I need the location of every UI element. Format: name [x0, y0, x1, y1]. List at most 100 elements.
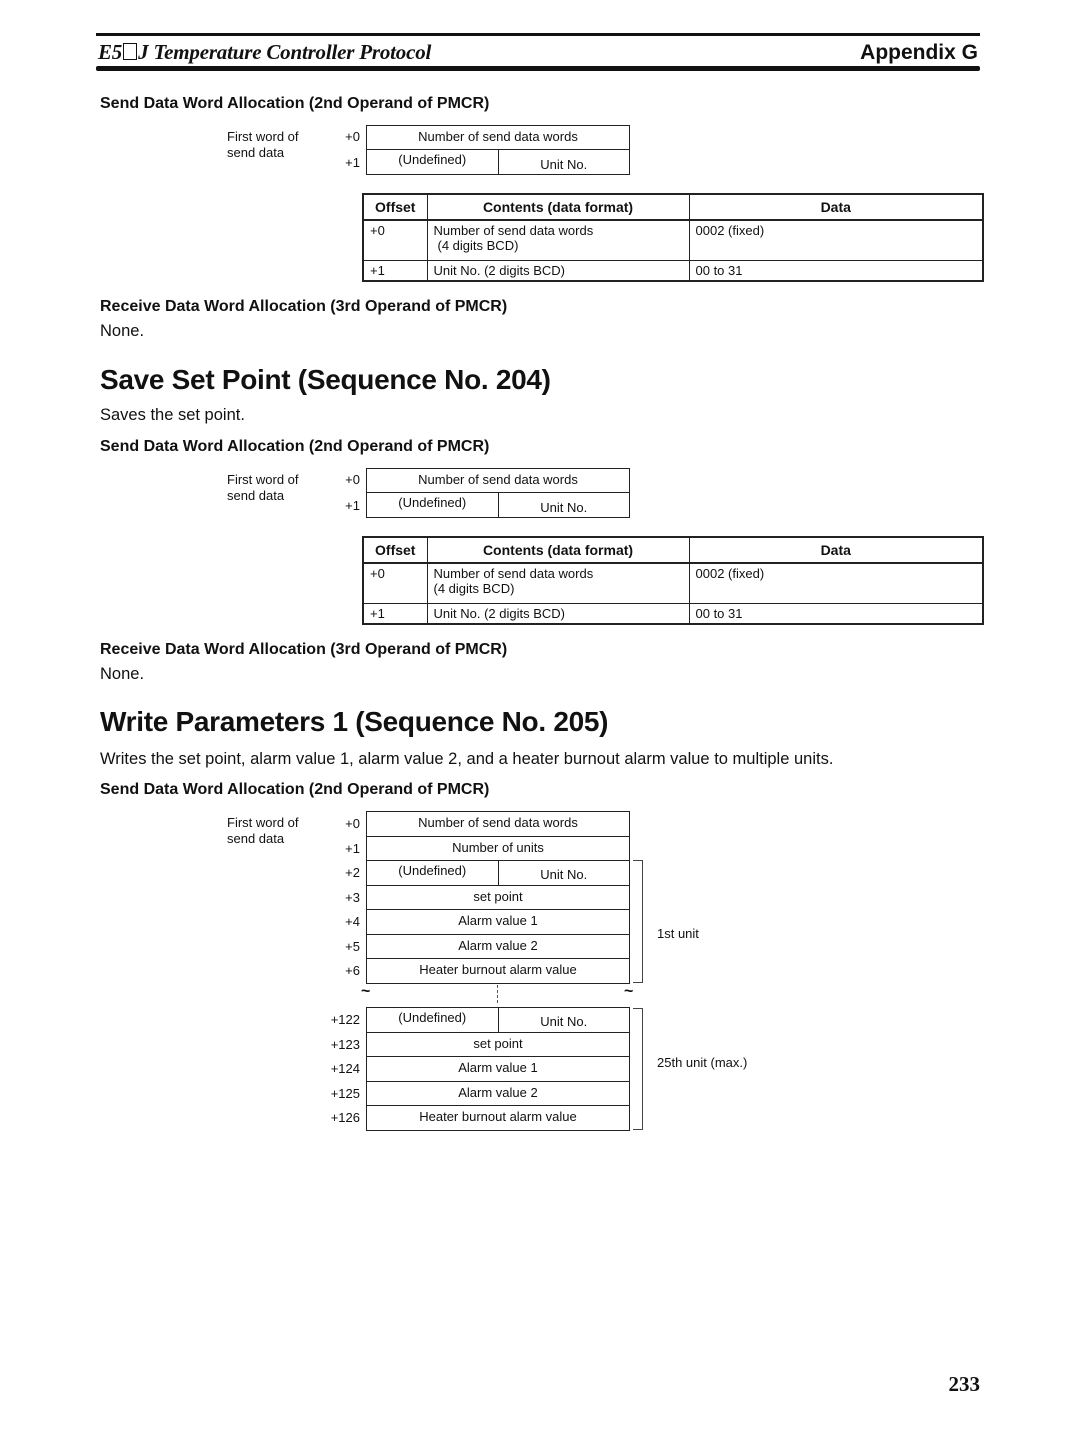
cell-data: 00 to 31: [689, 603, 983, 624]
col-header-contents: Contents (data format): [427, 537, 690, 564]
undefined-field: (Undefined): [367, 493, 499, 517]
cell-data: 0002 (fixed): [689, 220, 983, 261]
section-description: Saves the set point.: [100, 406, 245, 424]
col-header-offset: Offset: [363, 537, 428, 564]
first-word-label-line2: send data: [227, 488, 285, 503]
contents-line1: Number of send data words: [433, 566, 594, 581]
word-cell-split: (Undefined) Unit No.: [366, 492, 630, 518]
col-header-offset: Offset: [363, 194, 428, 221]
first-word-label-line1: First word of: [227, 472, 299, 487]
unit-no-field: Unit No.: [540, 867, 588, 883]
first-word-label: First word of send data: [227, 472, 299, 504]
header-title: E5 J Temperature Controller Protocol: [98, 40, 431, 65]
table-row: +1 Unit No. (2 digits BCD) 00 to 31: [363, 603, 983, 624]
col-header-contents: Contents (data format): [427, 194, 690, 221]
word-cell: Number of send data words: [366, 811, 630, 837]
send-data-heading: Send Data Word Allocation (2nd Operand o…: [100, 781, 490, 798]
undefined-field: (Undefined): [367, 150, 499, 174]
word-cell: Number of send data words: [366, 468, 630, 493]
title-suffix: J Temperature Controller Protocol: [138, 40, 432, 64]
first-word-label-line2: send data: [227, 831, 285, 846]
table-header-row: Offset Contents (data format) Data: [363, 194, 983, 221]
word-offset: +0: [345, 816, 360, 831]
cell-offset: +1: [363, 603, 428, 624]
word-offset: +5: [345, 938, 360, 954]
receive-data-value: None.: [100, 665, 145, 683]
bracket-label-last-unit: 25th unit (max.): [657, 1055, 748, 1070]
header-rule-top: [96, 33, 980, 36]
cell-contents: Unit No. (2 digits BCD): [427, 260, 690, 281]
word-cell: Alarm value 1: [366, 1056, 630, 1082]
cell-contents: Unit No. (2 digits BCD): [427, 603, 690, 624]
section-title-save-set-point: Save Set Point (Sequence No. 204): [100, 364, 551, 395]
col-header-data: Data: [689, 537, 983, 564]
cell-offset: +0: [363, 563, 428, 604]
word-cell: Alarm value 2: [366, 1080, 630, 1106]
cell-contents: Number of send data words (4 digits BCD): [427, 220, 690, 261]
word-offset: +122: [330, 1012, 360, 1027]
word-cell-split: (Undefined) Unit No.: [366, 860, 630, 886]
word-cell: Alarm value 2: [366, 933, 630, 959]
contents-line1: Number of send data words: [433, 223, 594, 238]
word-offset: +1: [345, 155, 360, 170]
word-cell: Heater burnout alarm value: [366, 1105, 630, 1131]
cell-data: 0002 (fixed): [689, 563, 983, 604]
cell-data: 00 to 31: [689, 260, 983, 281]
bracket-first-unit: [633, 860, 643, 983]
title-prefix: E5: [98, 40, 123, 64]
word-cell-split: (Undefined) Unit No.: [366, 149, 630, 175]
table-row: +1 Unit No. (2 digits BCD) 00 to 31: [363, 260, 983, 281]
receive-data-value: None.: [100, 322, 145, 340]
col-header-data: Data: [689, 194, 983, 221]
word-offset: +0: [345, 472, 360, 487]
word-offset: +3: [345, 889, 360, 905]
word-cell: Number of units: [366, 835, 630, 861]
appendix-label: Appendix G: [860, 41, 978, 64]
header-rule-bottom: [96, 66, 980, 71]
undefined-field: (Undefined): [367, 861, 499, 885]
cell-offset: +0: [363, 220, 428, 261]
table-header-row: Offset Contents (data format) Data: [363, 537, 983, 564]
word-offset: +1: [345, 498, 360, 513]
first-word-label: First word of send data: [227, 815, 299, 847]
word-offset: +126: [330, 1110, 360, 1125]
placeholder-box-icon: [123, 43, 138, 60]
first-word-label: First word of send data: [227, 129, 299, 161]
word-cell: set point: [366, 884, 630, 910]
unit-no-field: Unit No.: [540, 156, 588, 172]
bracket-last-unit: [633, 1008, 643, 1130]
undefined-field: (Undefined): [367, 1008, 499, 1032]
word-offset: +6: [345, 963, 360, 978]
word-cell: Heater burnout alarm value: [366, 958, 630, 984]
unit-no-field: Unit No.: [540, 1014, 588, 1030]
first-word-label-line2: send data: [227, 145, 285, 160]
break-mark-right: ~: [624, 983, 634, 1000]
word-offset: +125: [330, 1085, 360, 1101]
word-cell: Alarm value 1: [366, 909, 630, 935]
cell-offset: +1: [363, 260, 428, 281]
send-data-heading: Send Data Word Allocation (2nd Operand o…: [100, 438, 490, 455]
word-offset: +2: [345, 865, 360, 880]
table-row: +0 Number of send data words (4 digits BC…: [363, 220, 983, 261]
send-data-heading: Send Data Word Allocation (2nd Operand o…: [100, 95, 490, 112]
break-divider: [497, 985, 498, 1003]
cell-contents: Number of send data words (4 digits BCD): [427, 563, 690, 604]
data-format-table: Offset Contents (data format) Data +0 Nu…: [362, 536, 984, 625]
bracket-label-first-unit: 1st unit: [657, 926, 699, 941]
word-cell-split: (Undefined) Unit No.: [366, 1007, 630, 1033]
unit-no-field: Unit No.: [540, 499, 588, 515]
first-word-label-line1: First word of: [227, 815, 299, 830]
receive-data-heading: Receive Data Word Allocation (3rd Operan…: [100, 298, 508, 315]
page-number: 233: [948, 1372, 981, 1396]
contents-line2: (4 digits BCD): [437, 238, 519, 253]
contents-line2: (4 digits BCD): [433, 581, 515, 596]
word-offset: +124: [330, 1061, 360, 1076]
break-mark-left: ~: [361, 983, 371, 1000]
word-cell: Number of send data words: [366, 125, 630, 150]
receive-data-heading: Receive Data Word Allocation (3rd Operan…: [100, 641, 508, 658]
word-offset: +0: [345, 129, 360, 144]
word-cell: set point: [366, 1031, 630, 1057]
table-row: +0 Number of send data words (4 digits BC…: [363, 563, 983, 604]
data-format-table: Offset Contents (data format) Data +0 Nu…: [362, 193, 984, 282]
word-offset: +4: [345, 914, 360, 929]
